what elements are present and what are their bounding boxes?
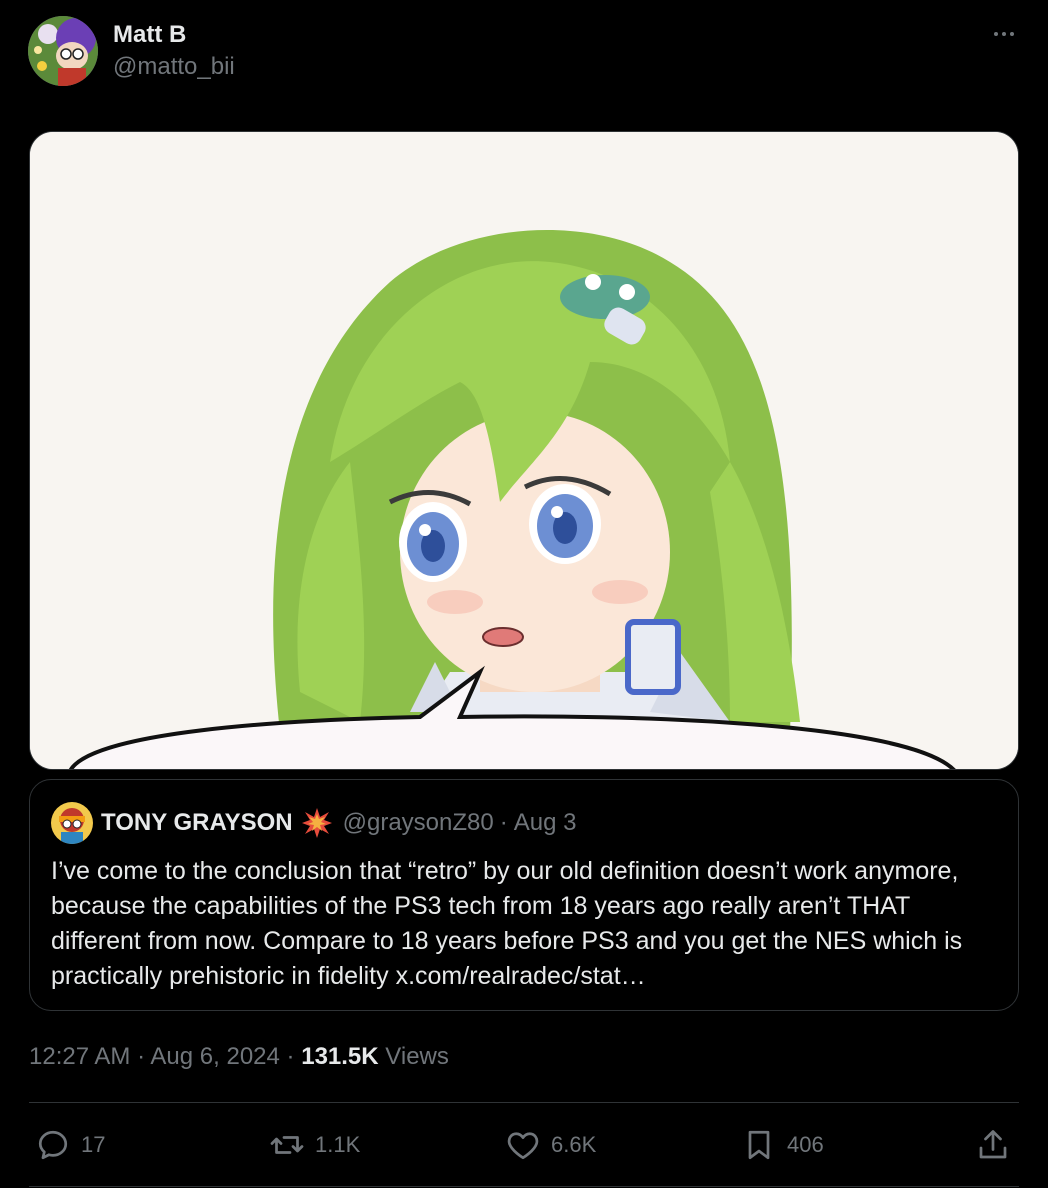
anime-girl-image: [30, 132, 1018, 769]
quoted-handle[interactable]: @graysonZ80: [343, 809, 494, 837]
bookmark-count: 406: [787, 1132, 824, 1157]
quoted-separator: ·: [499, 809, 508, 836]
like-count: 6.6K: [551, 1132, 597, 1157]
quoted-tweet-header: TONY GRAYSON @graysonZ80 · Aug 3: [51, 798, 997, 848]
quoted-date[interactable]: Aug 3: [514, 809, 577, 837]
quoted-author-avatar[interactable]: [51, 802, 93, 844]
reply-count: 17: [81, 1132, 106, 1157]
tweet-header: Matt B @matto_bii: [28, 16, 1024, 88]
like-button[interactable]: 6.6K: [505, 1120, 596, 1170]
tweet-date[interactable]: Aug 6, 2024: [150, 1043, 279, 1070]
more-horizontal-icon: [994, 32, 998, 36]
author-avatar[interactable]: [28, 16, 98, 86]
views-label: Views: [385, 1043, 449, 1070]
quoted-tweet-text: I’ve come to the conclusion that “retro”…: [51, 857, 963, 990]
author-handle[interactable]: @matto_bii: [113, 50, 235, 84]
share-button[interactable]: [975, 1120, 1011, 1170]
heart-icon: [507, 1132, 539, 1160]
tweet-meta: 12:27 AM · Aug 6, 2024 · 131.5K Views: [29, 1040, 449, 1074]
tweet-media[interactable]: [29, 131, 1019, 770]
divider: [29, 1102, 1019, 1103]
share-icon: [979, 1130, 1007, 1159]
author-names: Matt B @matto_bii: [113, 20, 235, 84]
meta-separator: ·: [286, 1043, 295, 1070]
divider: [29, 1186, 1019, 1187]
repost-count: 1.1K: [315, 1132, 361, 1157]
quoted-display-name[interactable]: TONY GRAYSON: [101, 809, 293, 837]
repost-button[interactable]: 1.1K: [269, 1120, 360, 1170]
reply-icon: [38, 1130, 68, 1160]
tweet-actions: 17 1.1K 6.6K 406: [29, 1120, 1019, 1170]
reply-button[interactable]: 17: [35, 1120, 105, 1170]
repost-icon: [270, 1136, 304, 1154]
tweet-time[interactable]: 12:27 AM: [29, 1043, 130, 1070]
meta-separator: ·: [137, 1043, 146, 1070]
bookmark-icon: [748, 1130, 770, 1160]
more-options-button[interactable]: [984, 22, 1024, 46]
quoted-avatar-icon: [51, 802, 93, 844]
explosion-emoji-icon: [301, 808, 332, 838]
avatar-icon: [28, 16, 98, 86]
views-count: 131.5K: [301, 1043, 379, 1070]
quoted-tweet[interactable]: TONY GRAYSON @graysonZ80 · Aug 3 I’ve co…: [29, 779, 1019, 1011]
bookmark-button[interactable]: 406: [741, 1120, 824, 1170]
author-display-name[interactable]: Matt B: [113, 20, 235, 50]
